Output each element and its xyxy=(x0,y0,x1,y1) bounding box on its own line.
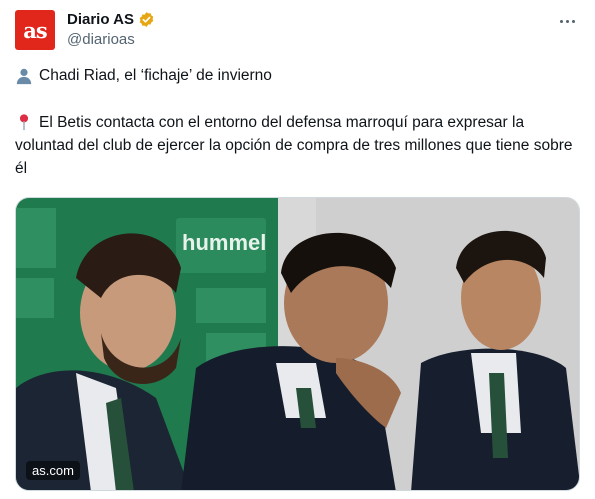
person-silhouette-icon xyxy=(16,68,32,84)
media-source-label[interactable]: as.com xyxy=(26,461,80,480)
press-conference-photo: hummel xyxy=(16,198,579,490)
more-options-icon[interactable] xyxy=(557,11,577,31)
backdrop-sponsor-text: hummel xyxy=(182,230,266,255)
verified-badge-icon xyxy=(139,12,154,27)
tweet: as Diario AS @diarioas Chadi Riad, el ‘f… xyxy=(0,0,595,499)
round-pushpin-icon xyxy=(19,114,29,131)
author-display-name[interactable]: Diario AS xyxy=(67,11,134,28)
tweet-line-1-text: Chadi Riad, el ‘fichaje’ de invierno xyxy=(39,67,272,84)
avatar[interactable]: as xyxy=(15,10,55,50)
tweet-media-image[interactable]: hummel as.com xyxy=(15,197,580,491)
tweet-line-2: El Betis contacta con el entorno del def… xyxy=(15,111,580,180)
tweet-line-2-text: El Betis contacta con el entorno del def… xyxy=(15,114,573,177)
tweet-line-1: Chadi Riad, el ‘fichaje’ de invierno xyxy=(15,64,272,87)
author-name-row: Diario AS xyxy=(67,11,155,28)
author-handle[interactable]: @diarioas xyxy=(67,31,135,48)
